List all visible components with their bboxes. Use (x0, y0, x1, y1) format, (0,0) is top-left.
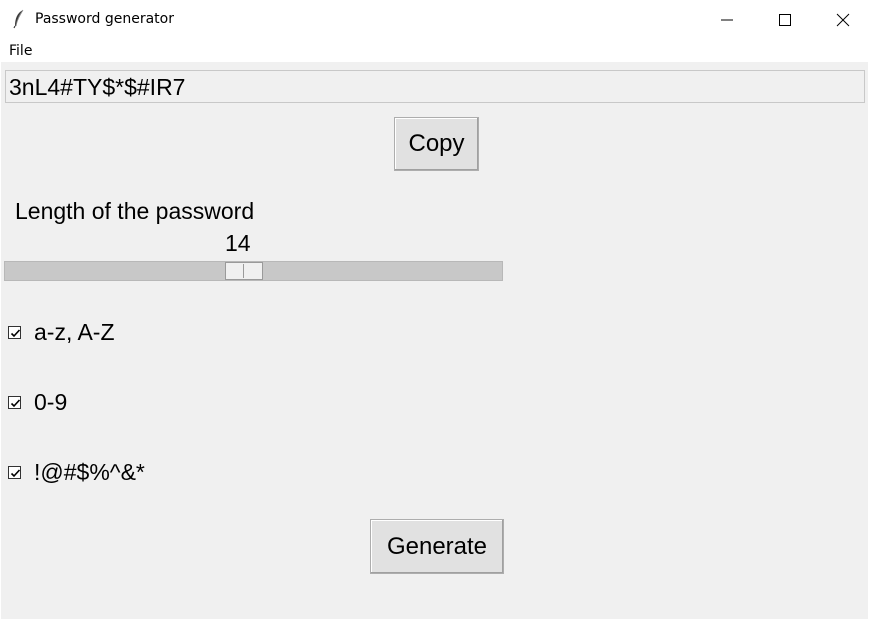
checkmark-icon (10, 329, 21, 338)
close-button[interactable] (814, 0, 869, 40)
generate-button[interactable]: Generate (370, 519, 504, 574)
length-value: 14 (225, 230, 251, 256)
checkmark-icon (10, 399, 21, 408)
digits-label: 0-9 (34, 389, 68, 415)
main-panel: 3nL4#TY$*$#IR7 Copy Length of the passwo… (1, 62, 868, 619)
menu-bar: File (0, 40, 869, 62)
menu-file[interactable]: File (9, 43, 32, 59)
minimize-icon (721, 19, 733, 21)
title-bar: Password generator (0, 0, 869, 40)
letters-label: a-z, A-Z (34, 319, 115, 345)
close-icon (836, 13, 850, 27)
letters-checkbox[interactable] (8, 326, 21, 339)
copy-button[interactable]: Copy (394, 117, 479, 171)
checkmark-icon (10, 469, 21, 478)
maximize-icon (779, 14, 791, 26)
maximize-button[interactable] (756, 0, 814, 40)
symbols-checkbox[interactable] (8, 466, 21, 479)
symbols-label: !@#$%^&* (34, 459, 145, 485)
length-slider[interactable] (4, 261, 503, 281)
feather-icon (12, 9, 26, 29)
window-title: Password generator (35, 11, 174, 27)
digits-checkbox[interactable] (8, 396, 21, 409)
password-output-field[interactable]: 3nL4#TY$*$#IR7 (5, 70, 865, 103)
length-label: Length of the password (15, 198, 255, 224)
slider-thumb[interactable] (225, 262, 263, 280)
minimize-button[interactable] (698, 0, 756, 40)
